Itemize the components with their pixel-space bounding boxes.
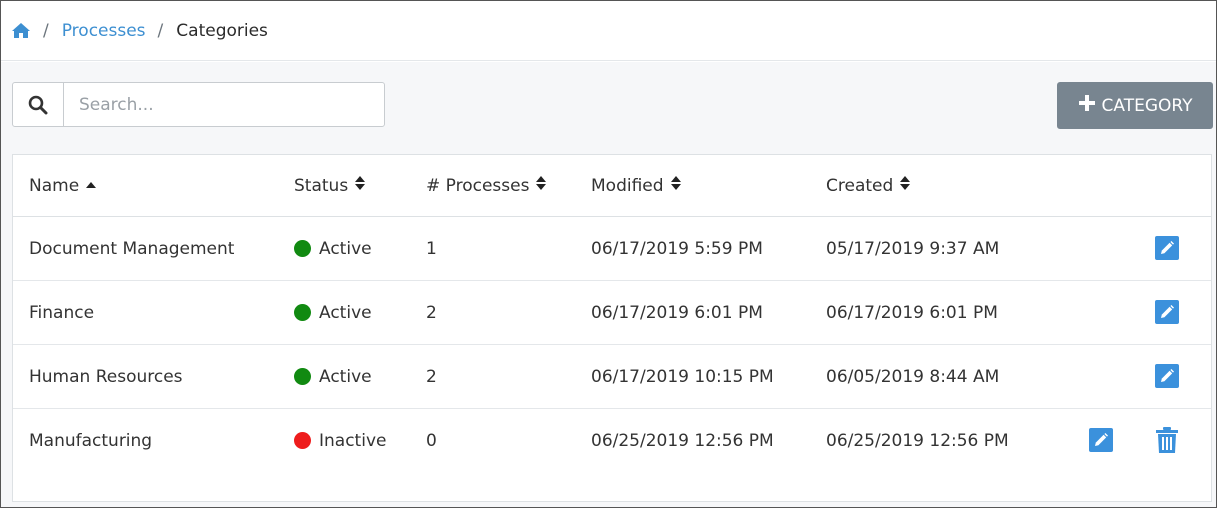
breadcrumb-separator: / — [157, 20, 164, 41]
delete-button[interactable] — [1155, 426, 1179, 454]
status-label: Active — [319, 238, 372, 259]
cell-status: Active — [294, 281, 372, 344]
cell-status: Inactive — [294, 409, 386, 472]
cell-modified: 06/25/2019 12:56 PM — [591, 430, 774, 451]
cell-processes: 2 — [426, 302, 437, 323]
edit-button[interactable] — [1155, 300, 1179, 324]
cell-created: 06/17/2019 6:01 PM — [826, 302, 998, 323]
status-label: Active — [319, 366, 372, 387]
breadcrumb: / Processes / Categories — [1, 1, 1216, 61]
table-header: Name Status # Processes Modified Created — [13, 155, 1211, 217]
cell-name: Human Resources — [29, 366, 183, 387]
search-icon[interactable] — [13, 83, 64, 126]
cell-processes: 1 — [426, 238, 437, 259]
column-header-label: Name — [29, 175, 80, 196]
cell-modified: 06/17/2019 6:01 PM — [591, 302, 763, 323]
sort-icon — [670, 175, 682, 196]
add-category-button[interactable]: CATEGORY — [1057, 82, 1213, 129]
status-label: Inactive — [319, 430, 387, 451]
sort-icon — [535, 175, 547, 196]
sort-icon — [354, 175, 366, 196]
cell-modified: 06/17/2019 10:15 PM — [591, 366, 774, 387]
column-header-modified[interactable]: Modified — [591, 155, 682, 216]
pencil-icon — [1161, 369, 1174, 382]
cell-status: Active — [294, 345, 372, 408]
cell-name: Finance — [29, 302, 95, 323]
cell-created: 05/17/2019 9:37 AM — [826, 238, 1000, 259]
column-header-label: Status — [294, 175, 349, 196]
cell-modified: 06/17/2019 5:59 PM — [591, 238, 763, 259]
column-header-label: # Processes — [426, 175, 530, 196]
status-active-dot — [294, 304, 311, 321]
sort-icon — [899, 175, 911, 196]
cell-created: 06/05/2019 8:44 AM — [826, 366, 1000, 387]
categories-table: Name Status # Processes Modified Created… — [12, 154, 1212, 502]
table-row: Human Resources Active 2 06/17/2019 10:1… — [13, 345, 1211, 409]
cell-status: Active — [294, 217, 372, 280]
search-input[interactable] — [64, 83, 384, 126]
pencil-icon — [1161, 305, 1174, 318]
column-header-processes[interactable]: # Processes — [426, 155, 547, 216]
column-header-created[interactable]: Created — [826, 155, 911, 216]
cell-name: Document Management — [29, 238, 235, 259]
cell-processes: 2 — [426, 366, 437, 387]
plus-icon — [1078, 94, 1096, 117]
breadcrumb-current: Categories — [176, 20, 268, 41]
status-inactive-dot — [294, 432, 311, 449]
table-row: Manufacturing Inactive 0 06/25/2019 12:5… — [13, 409, 1211, 473]
home-icon[interactable] — [11, 22, 31, 39]
status-label: Active — [319, 302, 372, 323]
edit-button[interactable] — [1089, 428, 1113, 452]
status-active-dot — [294, 240, 311, 257]
edit-button[interactable] — [1155, 364, 1179, 388]
app-window: / Processes / Categories CATEGORY — [0, 0, 1217, 508]
column-header-label: Created — [826, 175, 894, 196]
sort-ascending-icon — [85, 176, 97, 196]
trash-icon — [1156, 426, 1178, 453]
column-header-name[interactable]: Name — [29, 155, 97, 216]
add-category-label: CATEGORY — [1101, 95, 1193, 116]
edit-button[interactable] — [1155, 236, 1179, 260]
column-header-status[interactable]: Status — [294, 155, 366, 216]
breadcrumb-separator: / — [43, 20, 49, 41]
main-content: CATEGORY Name Status # Processes — [1, 62, 1216, 507]
search-box — [12, 82, 385, 127]
breadcrumb-processes-link[interactable]: Processes — [62, 21, 146, 41]
column-header-label: Modified — [591, 175, 664, 196]
pencil-icon — [1095, 433, 1108, 446]
cell-name: Manufacturing — [29, 430, 153, 451]
table-row: Finance Active 2 06/17/2019 6:01 PM 06/1… — [13, 281, 1211, 345]
status-active-dot — [294, 368, 311, 385]
cell-processes: 0 — [426, 430, 437, 451]
pencil-icon — [1161, 241, 1174, 254]
cell-created: 06/25/2019 12:56 PM — [826, 430, 1009, 451]
table-row: Document Management Active 1 06/17/2019 … — [13, 217, 1211, 281]
